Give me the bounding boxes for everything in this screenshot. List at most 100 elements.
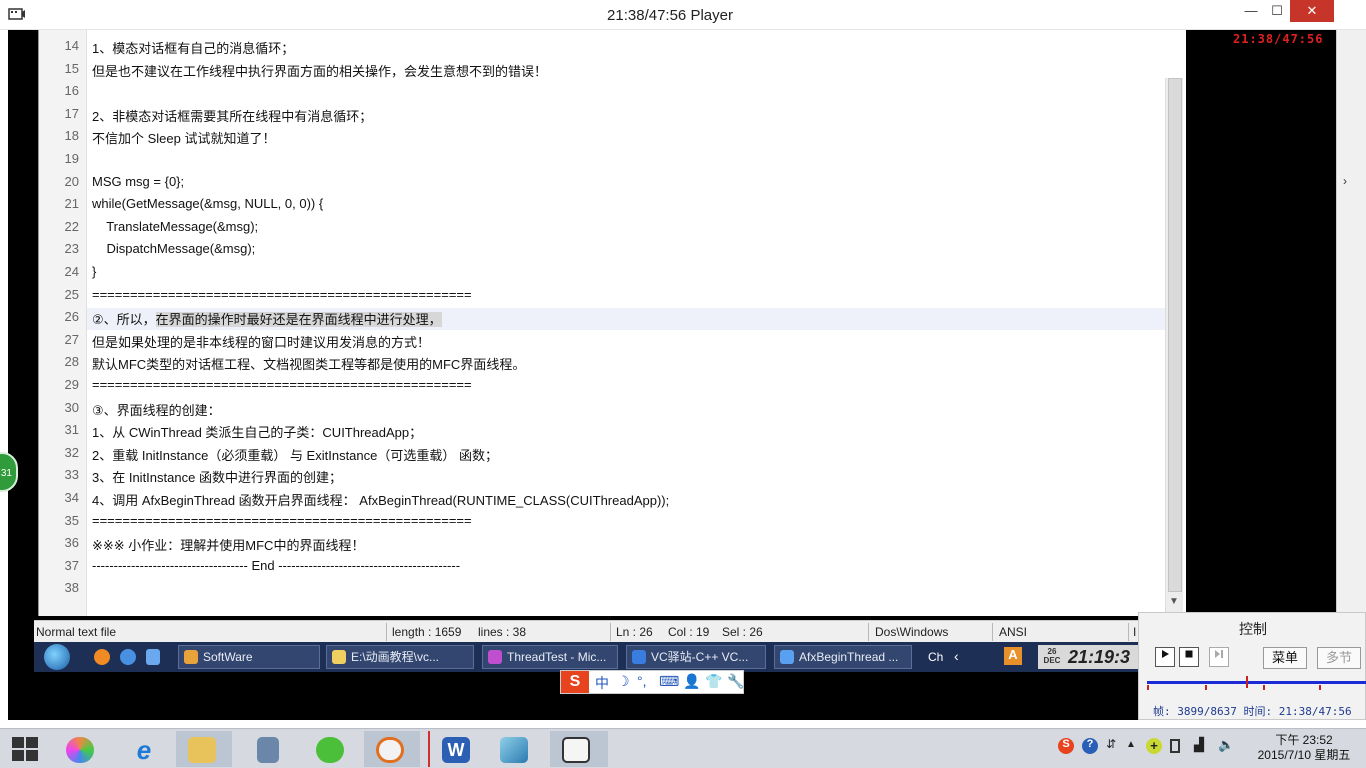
code-line[interactable]: 2、非模态对话框需要其所在线程中有消息循环； — [92, 106, 372, 125]
taskbar-word-icon[interactable]: W — [428, 731, 484, 767]
code-line[interactable]: ========================================… — [92, 287, 472, 302]
step-button[interactable] — [1209, 647, 1229, 667]
recorded-quicklaunch-icon — [120, 649, 136, 665]
code-line[interactable]: } — [92, 264, 96, 279]
ime-skin-icon[interactable]: 👕 — [705, 673, 722, 690]
scroll-down-icon[interactable]: ▼ — [1167, 596, 1181, 610]
code-text: ②、所以， — [92, 312, 156, 328]
ime-user-icon[interactable]: 👤 — [683, 673, 700, 690]
maximize-button[interactable]: ☐ — [1262, 0, 1292, 22]
line-number: 16 — [64, 83, 79, 99]
code-line[interactable]: 默认MFC类型的对话框工程、文档视图类工程等都是使用的MFC界面线程。 — [92, 354, 525, 373]
status-separator — [386, 623, 387, 641]
line-number: 33 — [64, 467, 79, 483]
code-line[interactable]: 3、在 InitInstance 函数中进行界面的创建； — [92, 467, 342, 486]
line-number: 38 — [64, 580, 79, 596]
recorded-clock-time: 21:19:3 — [1068, 647, 1131, 667]
taskbar-app-icon[interactable] — [488, 731, 540, 767]
code-line[interactable]: TranslateMessage(&msg); — [92, 219, 258, 234]
taskbar-search-tool-icon[interactable] — [364, 731, 420, 767]
recorded-task-app-icon — [488, 650, 502, 664]
frame-label: 帧: 3899/8637 — [1153, 705, 1237, 718]
close-button[interactable]: ✕ — [1290, 0, 1334, 22]
line-number: 15 — [64, 60, 79, 76]
playback-progress-track[interactable] — [1147, 681, 1366, 684]
line-number: 29 — [64, 377, 79, 392]
menu-button[interactable]: 菜单 — [1263, 647, 1307, 669]
line-number: 27 — [64, 331, 79, 347]
video-area[interactable]: 14 15 16 17 18 19 20 21 22 23 24 25 26 27 28 29 30 31 32 33… — [8, 30, 1336, 720]
status-lines: lines : 38 — [478, 625, 527, 639]
control-panel-title: 控制 — [1239, 621, 1267, 637]
code-line[interactable]: 1、模态对话框有自己的消息循环； — [92, 38, 294, 57]
code-line[interactable]: 4、调用 AfxBeginThread 函数开启界面线程： AfxBeginTh… — [92, 490, 669, 509]
show-hidden-icon[interactable]: ▲ — [1126, 739, 1136, 750]
taskbar-refresh-icon[interactable] — [304, 731, 356, 767]
code-line[interactable]: 1、从 CWinThread 类派生自己的子类：CUIThreadApp； — [92, 422, 422, 441]
volume-icon[interactable]: 🔈 — [1218, 737, 1234, 753]
code-line[interactable]: ========================================… — [92, 377, 472, 392]
code-line[interactable]: 2、重载 InitInstance（必须重载） 与 ExitInstance（可… — [92, 445, 498, 464]
code-line[interactable]: while(GetMessage(&msg, NULL, 0, 0)) { — [92, 196, 323, 211]
play-button[interactable] — [1155, 647, 1175, 667]
taskbar-ie-icon[interactable]: e — [118, 731, 170, 767]
vertical-scrollbar[interactable] — [1165, 78, 1183, 612]
status-col: Col : 19 — [668, 625, 710, 639]
battery-icon[interactable] — [1170, 739, 1180, 753]
host-clock-time: 下午 23:52 — [1275, 733, 1333, 747]
code-line[interactable]: ------------------------------------ End… — [92, 558, 460, 573]
taskbar-explorer-icon[interactable] — [176, 731, 232, 767]
ime-keyboard-icon[interactable]: ⌨ — [659, 673, 679, 690]
progress-tick — [1147, 685, 1149, 690]
ime-moon-icon[interactable]: ☽ — [617, 673, 630, 690]
status-separator — [868, 623, 869, 641]
code-line[interactable]: DispatchMessage(&msg); — [92, 241, 255, 256]
sogou-icon[interactable]: S — [1058, 738, 1074, 754]
recorded-statusbar: Normal text file length : 1659 lines : 3… — [34, 620, 1146, 642]
code-line[interactable]: ③、界面线程的创建： — [92, 400, 221, 419]
windows-start-icon[interactable] — [12, 737, 38, 761]
signal-icon[interactable]: ▟ — [1194, 737, 1204, 753]
plus-icon[interactable]: + — [1146, 738, 1162, 754]
code-line[interactable]: 但是也不建议在工作线程中执行界面方面的相关操作，会发生意想不到的错误！ — [92, 61, 547, 80]
code-line[interactable]: ②、所以，在界面的操作时最好还是在界面线程中进行处理， — [92, 309, 442, 328]
recorded-task-item: E:\动画教程\vc... — [326, 645, 474, 669]
line-number: 37 — [64, 557, 79, 573]
taskbar-player-icon[interactable] — [550, 731, 608, 767]
stop-button[interactable] — [1179, 647, 1199, 667]
code-line[interactable]: ※※※ 小作业：理解并使用MFC中的界面线程！ — [92, 535, 364, 554]
taskbar-calculator-icon[interactable] — [242, 731, 294, 767]
status-mode: I — [1133, 625, 1137, 639]
line-number: 21 — [64, 196, 79, 212]
code-line[interactable]: 但是如果处理的是非本线程的窗口时建议用发消息的方式！ — [92, 332, 430, 351]
recorded-quicklaunch-icon — [146, 649, 160, 665]
line-number: 31 — [64, 422, 79, 438]
control-panel: 控制 菜单 多节 帧: 3899/8637 时间: 21:38/47:56 — [1138, 612, 1366, 720]
code-line[interactable]: 不信加个 Sleep 试试就知道了！ — [92, 128, 275, 147]
taskbar-app-colorful-icon[interactable] — [54, 731, 106, 767]
status-eol: Dos\Windows — [875, 625, 949, 639]
status-file-type: Normal text file — [36, 625, 117, 639]
line-number: 18 — [64, 128, 79, 144]
recorded-task-label: AfxBeginThread ... — [799, 650, 899, 664]
playback-progress-head[interactable] — [1246, 676, 1249, 688]
multi-section-button[interactable]: 多节 — [1317, 647, 1361, 669]
code-line[interactable]: MSG msg = {0}; — [92, 174, 184, 189]
network-arrow-icon[interactable]: ⇵ — [1106, 737, 1116, 751]
status-length: length : 1659 — [392, 625, 462, 639]
line-number-gutter: 14 15 16 17 18 19 20 21 22 23 24 25 26 27 28 29 30 31 32 33… — [39, 30, 87, 616]
help-icon[interactable]: ? — [1082, 738, 1098, 754]
line-number: 32 — [64, 444, 79, 460]
chevron-right-icon[interactable]: › — [1343, 174, 1347, 188]
ime-language-toggle[interactable]: 中 — [595, 673, 609, 693]
recorded-editor: 14 15 16 17 18 19 20 21 22 23 24 25 26 27 28 29 30 31 32 33… — [38, 30, 1186, 616]
line-number: 17 — [64, 105, 79, 121]
line-number: 14 — [64, 38, 79, 53]
code-line[interactable]: ========================================… — [92, 513, 472, 528]
scrollbar-thumb[interactable] — [1168, 78, 1182, 592]
host-clock[interactable]: 下午 23:52 2015/7/10 星期五 — [1252, 733, 1356, 763]
recorded-task-app-icon — [184, 650, 198, 664]
sogou-ime-toolbar[interactable]: S 中 ☽ °, ⌨ 👤 👕 🔧 — [560, 670, 744, 694]
ime-punctuation-icon[interactable]: °, — [637, 673, 647, 689]
ime-settings-icon[interactable]: 🔧 — [727, 673, 744, 690]
